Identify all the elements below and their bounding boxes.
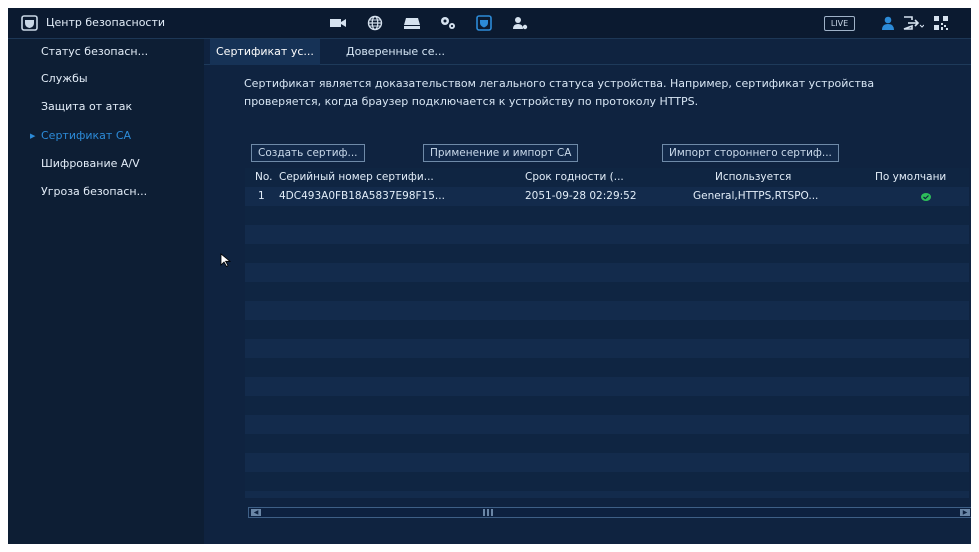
- sidebar: Статус безопасн... Службы Защита от атак…: [8, 39, 204, 544]
- table-stripe: [245, 472, 969, 491]
- sidebar-item-security-status[interactable]: Статус безопасн...: [8, 40, 204, 66]
- table-row[interactable]: 1 4DC493A0FB18A5837E98F15... 2051-09-28 …: [245, 187, 969, 206]
- column-header-used-by: Используется: [715, 171, 792, 183]
- default-check-icon: [921, 193, 931, 201]
- live-button[interactable]: LIVE: [824, 16, 855, 31]
- security-shield-logo-icon: [21, 15, 38, 31]
- table-stripe: [245, 358, 969, 377]
- column-header-default: По умолчани: [875, 171, 947, 183]
- cell-serial: 4DC493A0FB18A5837E98F15...: [279, 190, 445, 202]
- apply-import-ca-button[interactable]: Применение и импорт CA: [423, 144, 579, 162]
- settings-icon[interactable]: [438, 14, 458, 32]
- tab-trusted-certificates[interactable]: Доверенные се...: [340, 39, 451, 65]
- cell-no: 1: [258, 190, 265, 202]
- user-icon[interactable]: [880, 15, 896, 31]
- sidebar-item-label: Сертификат CA: [41, 129, 132, 142]
- table-stripe: [245, 244, 969, 263]
- table-stripe: [245, 377, 969, 396]
- cell-expiry: 2051-09-28 02:29:52: [525, 190, 637, 202]
- scroll-left-arrow-icon: ◀: [253, 509, 259, 516]
- import-third-party-certificate-button[interactable]: Импорт стороннего сертиф...: [662, 144, 839, 162]
- table-stripe: [245, 415, 969, 434]
- table-stripe: [245, 263, 969, 282]
- table-stripe: [245, 282, 969, 301]
- column-header-expiry: Срок годности (...: [525, 171, 624, 183]
- table-stripe: [245, 225, 969, 244]
- description-text: Сертификат является доказательством лега…: [244, 77, 875, 108]
- sidebar-item-label: Угроза безопасн...: [41, 185, 148, 198]
- sidebar-item-security-threat[interactable]: Угроза безопасн...: [8, 180, 204, 206]
- sidebar-item-label: Защита от атак: [41, 100, 133, 113]
- tab-bar: Сертификат ус... Доверенные се...: [204, 39, 971, 65]
- column-header-no: No.: [255, 171, 273, 183]
- qr-code-icon[interactable]: [934, 16, 948, 30]
- table-stripe: [245, 491, 969, 498]
- mouse-cursor-icon: [220, 253, 232, 267]
- sidebar-item-label: Шифрование A/V: [41, 157, 140, 170]
- table-stripe: [245, 320, 969, 339]
- sidebar-item-label: Статус безопасн...: [41, 45, 149, 58]
- table-header: No. Серийный номер сертифи... Срок годно…: [245, 168, 969, 187]
- horizontal-scrollbar[interactable]: ◀ ▶: [248, 507, 971, 518]
- storage-icon[interactable]: [402, 14, 422, 32]
- app-title: Центр безопасности: [46, 16, 166, 29]
- scroll-left-button[interactable]: ◀: [251, 509, 261, 516]
- screen: Центр безопасности LIVE Статус безопасн.…: [8, 8, 971, 544]
- column-header-serial: Серийный номер сертифи...: [279, 171, 434, 183]
- account-icon[interactable]: [510, 14, 530, 32]
- table-stripe: [245, 434, 969, 453]
- security-center-icon[interactable]: [474, 14, 494, 32]
- logout-icon[interactable]: [902, 15, 924, 31]
- top-bar: Центр безопасности LIVE: [8, 8, 971, 39]
- network-globe-icon[interactable]: [365, 14, 385, 32]
- sidebar-item-av-encryption[interactable]: Шифрование A/V: [8, 152, 204, 178]
- main-panel: Сертификат ус... Доверенные се... Сертиф…: [204, 39, 971, 544]
- create-certificate-button[interactable]: Создать сертиф...: [251, 144, 365, 162]
- table-stripe: [245, 339, 969, 358]
- scroll-right-arrow-icon: ▶: [962, 509, 968, 516]
- certificate-table: No. Серийный номер сертифи... Срок годно…: [245, 168, 969, 498]
- scroll-right-button[interactable]: ▶: [960, 509, 970, 516]
- table-stripe: [245, 301, 969, 320]
- camera-icon[interactable]: [328, 14, 348, 32]
- tab-device-certificate[interactable]: Сертификат ус...: [210, 39, 320, 65]
- scroll-thumb-grip-icon[interactable]: [482, 509, 494, 516]
- table-stripe: [245, 453, 969, 472]
- table-stripe: [245, 206, 969, 225]
- sidebar-item-attack-protection[interactable]: Защита от атак: [8, 95, 204, 121]
- cell-used-by: General,HTTPS,RTSPO...: [693, 190, 819, 202]
- table-stripe: [245, 396, 969, 415]
- active-arrow-icon: ▶: [30, 132, 36, 140]
- sidebar-item-services[interactable]: Службы: [8, 67, 204, 93]
- sidebar-item-ca-certificate[interactable]: ▶ Сертификат CA: [8, 124, 204, 150]
- sidebar-item-label: Службы: [41, 72, 88, 85]
